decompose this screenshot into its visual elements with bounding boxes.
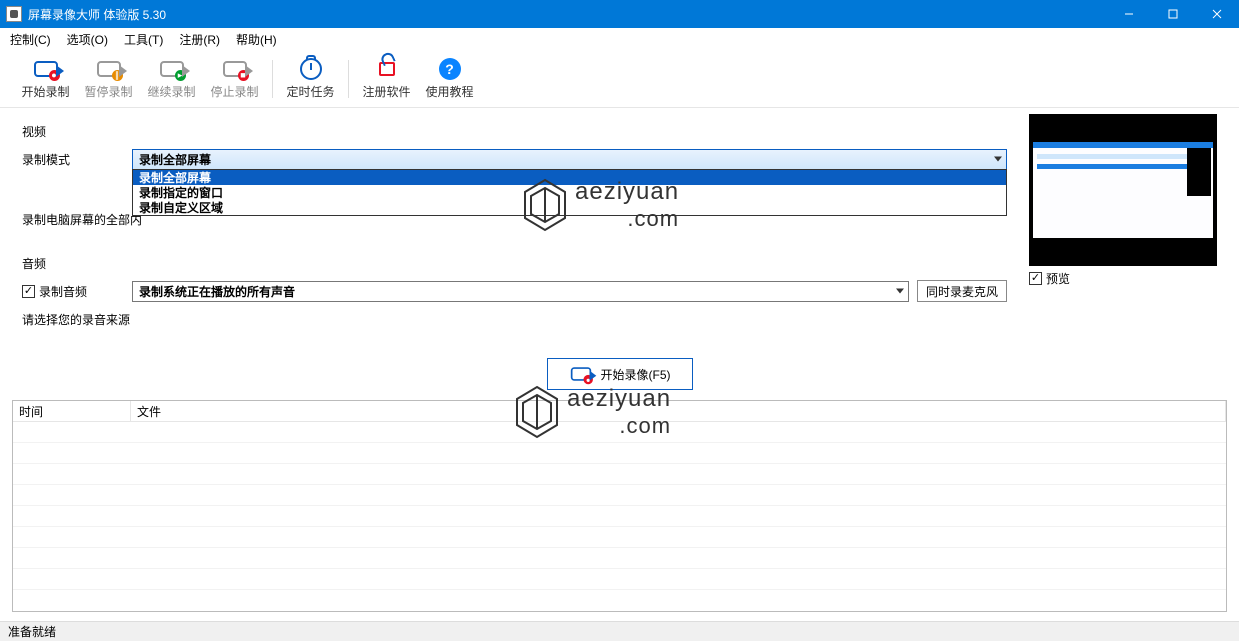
preview-label: 预览 [1046, 270, 1070, 287]
table-row [13, 464, 1226, 485]
maximize-button[interactable] [1151, 0, 1195, 28]
menubar: 控制(C) 选项(O) 工具(T) 注册(R) 帮助(H) [0, 28, 1239, 50]
stop-record-button[interactable]: ■ 停止录制 [207, 51, 262, 107]
table-row [13, 422, 1226, 443]
record-mode-value: 录制全部屏幕 [139, 151, 211, 168]
table-row [13, 443, 1226, 464]
clock-icon [300, 58, 322, 80]
audio-group-label: 音频 [22, 255, 46, 272]
app-icon [6, 6, 22, 22]
toolbar-separator [348, 60, 349, 98]
menu-help[interactable]: 帮助(H) [236, 31, 277, 48]
start-recording-main-button[interactable]: ● 开始录像(F5) [547, 358, 693, 390]
record-audio-checkbox[interactable]: 录制音频 [22, 283, 87, 300]
camera-record-icon: ● [570, 367, 590, 381]
camera-stop-icon: ■ [223, 61, 247, 77]
preview-panel [1029, 114, 1217, 266]
titlebar: 屏幕录像大师 体验版 5.30 [0, 0, 1239, 28]
table-row [13, 548, 1226, 569]
table-row [13, 506, 1226, 527]
video-group: 视频 录制模式 录制全部屏幕 录制全部屏幕 录制指定的窗口 录制自定义区域 录制 [12, 120, 1017, 234]
checkbox-icon [1029, 272, 1042, 285]
record-mic-button[interactable]: 同时录麦克风 [917, 280, 1007, 302]
menu-control[interactable]: 控制(C) [10, 31, 51, 48]
timer-task-button[interactable]: 定时任务 [283, 51, 338, 107]
menu-options[interactable]: 选项(O) [67, 31, 108, 48]
close-button[interactable] [1195, 0, 1239, 28]
record-mode-dropdown: 录制全部屏幕 录制指定的窗口 录制自定义区域 [132, 169, 1007, 216]
register-software-button[interactable]: 注册软件 [359, 51, 414, 107]
audio-group: 音频 录制音频 录制系统正在播放的所有声音 同时录麦克风 请 [12, 252, 1017, 334]
pause-record-button[interactable]: ∥ 暂停录制 [81, 51, 136, 107]
help-icon: ? [439, 58, 461, 80]
video-group-label: 视频 [22, 123, 46, 140]
window-title: 屏幕录像大师 体验版 5.30 [28, 6, 1107, 23]
record-mode-label: 录制模式 [22, 151, 132, 168]
mode-option-region[interactable]: 录制自定义区域 [133, 200, 1006, 215]
preview-checkbox[interactable]: 预览 [1029, 270, 1070, 287]
toolbar: ● 开始录制 ∥ 暂停录制 ▸ 继续录制 ■ 停止录制 定时任务 注册软件 ? … [0, 50, 1239, 108]
recordings-table: 时间 文件 [12, 400, 1227, 612]
tutorial-button[interactable]: ? 使用教程 [422, 51, 477, 107]
chevron-down-icon [994, 157, 1002, 162]
camera-record-icon: ● [34, 61, 58, 77]
menu-register[interactable]: 注册(R) [179, 31, 220, 48]
camera-resume-icon: ▸ [160, 61, 184, 77]
table-row [13, 485, 1226, 506]
checkbox-icon [22, 285, 35, 298]
chevron-down-icon [896, 289, 904, 294]
col-time[interactable]: 时间 [13, 401, 131, 421]
resume-record-button[interactable]: ▸ 继续录制 [144, 51, 199, 107]
unlock-icon [379, 62, 395, 76]
statusbar: 准备就绪 [0, 621, 1239, 641]
camera-pause-icon: ∥ [97, 61, 121, 77]
col-file[interactable]: 文件 [131, 401, 1226, 421]
start-recording-label: 开始录像(F5) [601, 366, 671, 383]
status-text: 准备就绪 [8, 623, 56, 640]
toolbar-separator [272, 60, 273, 98]
minimize-button[interactable] [1107, 0, 1151, 28]
table-row [13, 527, 1226, 548]
record-audio-label: 录制音频 [39, 283, 87, 300]
audio-source-value: 录制系统正在播放的所有声音 [139, 283, 295, 300]
table-row [13, 569, 1226, 590]
audio-source-combo[interactable]: 录制系统正在播放的所有声音 [132, 281, 909, 302]
video-desc: 录制电脑屏幕的全部内 [22, 211, 142, 228]
start-record-button[interactable]: ● 开始录制 [18, 51, 73, 107]
mode-option-window[interactable]: 录制指定的窗口 [133, 185, 1006, 200]
menu-tools[interactable]: 工具(T) [124, 31, 163, 48]
mode-option-fullscreen[interactable]: 录制全部屏幕 [133, 170, 1006, 185]
record-mode-combo[interactable]: 录制全部屏幕 [132, 149, 1007, 170]
audio-desc: 请选择您的录音来源 [22, 311, 130, 328]
